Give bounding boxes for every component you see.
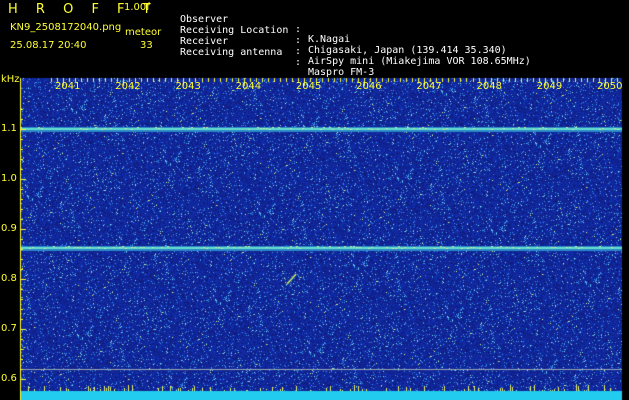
meta-colon: : [295,35,302,46]
y-axis-unit: kHz [1,74,20,85]
meta-colon: : [295,57,302,68]
x-tick-label: 2041 [55,81,81,92]
observation-datetime: 25.08.17 20:40 [10,40,87,51]
x-tick-label: 2044 [235,81,262,92]
y-tick-label: 0.8 [1,273,17,284]
meteor-count: 33 [140,40,153,51]
y-tick-label: 1.1 [1,123,17,134]
meta-value: AirSpy mini (Miakejima VOR 108.65MHz) [308,56,531,67]
y-tick-label: 0.6 [1,373,17,384]
meta-value: K.Nagai [308,34,351,45]
meteor-label: meteor [125,27,162,38]
meta-value: Chigasaki, Japan (139.414 35.340) [308,45,507,56]
meta-key: Receiving Location [180,25,289,36]
spectrogram [0,76,629,400]
x-tick-label: 2045 [295,81,322,92]
app-version: 1.00f [124,2,150,13]
file-name: KN9_2508172040.png [10,22,122,33]
x-tick-label: 2047 [416,81,442,92]
x-tick-label: 2042 [115,81,141,92]
meta-key: Receiving antenna [180,47,283,58]
x-tick-label: 2048 [476,81,502,92]
x-tick-label: 2043 [175,81,201,92]
y-tick-label: 0.9 [1,223,17,234]
meta-colon: : [295,24,302,35]
y-tick-label: 1.0 [1,173,17,184]
x-tick-label: 2050 [597,81,623,92]
y-tick-label: 0.7 [1,323,17,334]
x-tick-label: 2046 [356,81,382,92]
meta-colon: : [295,46,302,57]
x-tick-label: 2049 [536,81,563,92]
meta-row-antenna: Receiving antenna : Maspro FM-3 [180,38,374,78]
